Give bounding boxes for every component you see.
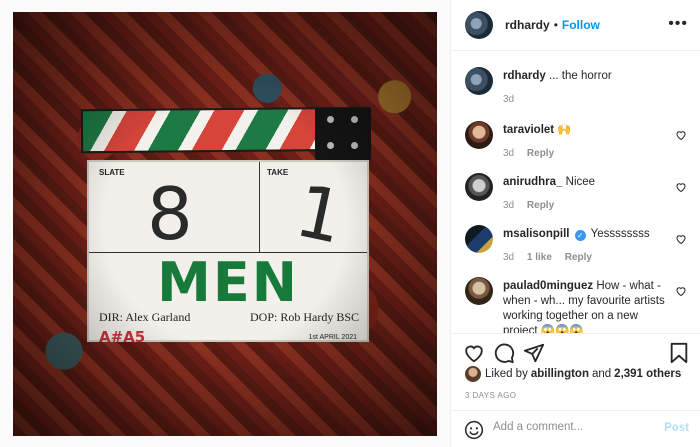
caption-text: ... the horror xyxy=(549,70,612,82)
comment-time[interactable]: 3d xyxy=(503,200,514,211)
list-item: paulad0minguez How - what - when - wh...… xyxy=(465,277,687,333)
clapper-board: SLATE TAKE 8 1 MEN DIR: Alex Garland DOP… xyxy=(87,160,369,346)
list-item: taraviolet 🙌 3d Reply xyxy=(465,121,687,161)
slate-number: 8 xyxy=(147,172,193,256)
clapper-hinge xyxy=(315,108,371,160)
comment-icon[interactable] xyxy=(493,342,515,364)
film-title: MEN xyxy=(157,251,299,314)
production-logo: A#A5 xyxy=(99,328,146,346)
list-item: msalisonpill ✓ Yessssssss 3d 1 like Repl… xyxy=(465,225,687,265)
comment-username[interactable]: taraviolet xyxy=(503,124,554,136)
comments-list[interactable]: rdhardy ... the horror 3d taraviolet 🙌 3… xyxy=(451,51,700,333)
follow-button[interactable]: Follow xyxy=(562,18,600,32)
comment-username[interactable]: msalisonpill xyxy=(503,228,569,240)
avatar[interactable] xyxy=(465,67,493,95)
caption-username[interactable]: rdhardy xyxy=(503,70,546,82)
likes-summary: Liked by abillington and 2,391 others xyxy=(465,366,684,382)
reply-button[interactable]: Reply xyxy=(527,148,554,159)
header-separator: • xyxy=(553,18,558,32)
comment-text: Nicee xyxy=(565,176,596,188)
comment-username[interactable]: paulad0minguez xyxy=(503,280,593,292)
avatar[interactable] xyxy=(465,366,481,382)
avatar[interactable] xyxy=(465,121,493,149)
avatar[interactable] xyxy=(465,11,493,39)
list-item: anirudhra_ Nicee 3d Reply xyxy=(465,173,687,213)
share-icon[interactable] xyxy=(523,342,545,364)
avatar[interactable] xyxy=(465,277,493,305)
bookmark-icon[interactable] xyxy=(669,342,689,364)
likes-conjunction: and xyxy=(591,368,612,380)
likes-user[interactable]: abillington xyxy=(531,368,589,380)
reply-button[interactable]: Reply xyxy=(527,200,554,211)
more-options-icon[interactable]: ••• xyxy=(668,15,688,33)
director-credit: DIR: Alex Garland xyxy=(99,310,191,324)
comment-time[interactable]: 3d xyxy=(503,148,514,159)
emoji-icon[interactable] xyxy=(464,420,484,440)
post-header: rdhardy • Follow ••• xyxy=(451,0,700,51)
action-bar xyxy=(451,333,700,369)
heart-icon[interactable] xyxy=(675,181,687,193)
dop-credit: DOP: Rob Hardy BSC xyxy=(249,310,359,324)
shoot-date: 1st APRIL 2021 xyxy=(308,334,357,341)
header-username[interactable]: rdhardy xyxy=(505,18,550,32)
like-heart-icon[interactable] xyxy=(463,342,485,364)
board-divider-vertical xyxy=(259,162,260,252)
post-timestamp[interactable]: 3 DAYS AGO xyxy=(465,391,516,400)
verified-badge-icon: ✓ xyxy=(574,230,586,241)
caption-time[interactable]: 3d xyxy=(503,94,514,105)
avatar[interactable] xyxy=(465,225,493,253)
take-label: TAKE xyxy=(267,168,289,177)
comment-text: Yessssssss xyxy=(590,228,650,240)
caption: rdhardy ... the horror 3d xyxy=(465,67,687,107)
comment-time[interactable]: 3d xyxy=(503,252,514,263)
comment-text: 🙌 xyxy=(557,124,572,136)
slate-label: SLATE xyxy=(99,168,125,177)
heart-icon[interactable] xyxy=(675,129,687,141)
likes-others[interactable]: 2,391 others xyxy=(614,368,681,380)
post-photo[interactable]: SLATE TAKE 8 1 MEN DIR: Alex Garland DOP… xyxy=(13,12,437,436)
take-number: 1 xyxy=(288,168,352,260)
add-comment-bar: Post xyxy=(451,410,700,447)
heart-icon[interactable] xyxy=(675,285,687,297)
comment-username[interactable]: anirudhra_ xyxy=(503,176,562,188)
avatar[interactable] xyxy=(465,173,493,201)
post-button[interactable]: Post xyxy=(664,422,689,434)
likes-prefix: Liked by xyxy=(485,368,528,380)
comment-input[interactable] xyxy=(493,421,653,433)
photo-pane: SLATE TAKE 8 1 MEN DIR: Alex Garland DOP… xyxy=(0,0,450,447)
post-side-panel: rdhardy • Follow ••• rdhardy ... the hor… xyxy=(450,0,700,447)
comment-likes[interactable]: 1 like xyxy=(527,252,552,263)
reply-button[interactable]: Reply xyxy=(565,252,592,263)
heart-icon[interactable] xyxy=(675,233,687,245)
